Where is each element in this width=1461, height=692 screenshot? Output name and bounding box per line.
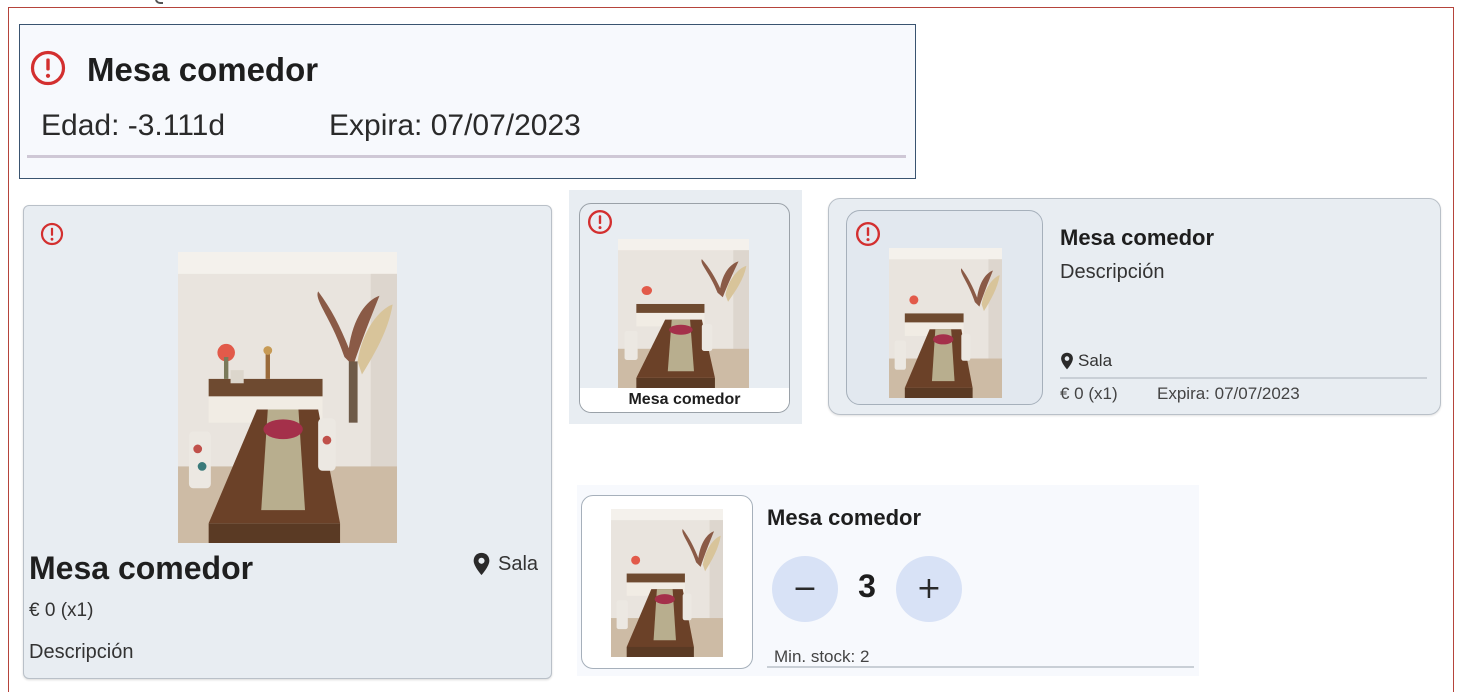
divider — [767, 666, 1194, 668]
location: Sala — [1060, 351, 1112, 371]
item-large-card[interactable]: Mesa comedor Sala € 0 (x1) Descripción — [23, 205, 552, 679]
decrement-button[interactable]: − — [772, 556, 838, 622]
error-outline-icon — [855, 221, 881, 247]
item-title: Mesa comedor — [1060, 225, 1215, 250]
item-description: Descripción — [29, 641, 134, 663]
error-outline-icon — [30, 50, 66, 86]
divider — [1060, 377, 1427, 379]
item-title: Mesa comedor — [767, 505, 922, 530]
location-label: Sala — [1078, 351, 1113, 370]
item-expiry: Expira: 07/07/2023 — [1157, 384, 1300, 403]
stock-item-card: Mesa comedor − 3 + Min. stock: 2 — [577, 485, 1199, 676]
location-pin-icon — [1060, 352, 1074, 370]
tile-preview: Mesa comedor — [569, 190, 802, 424]
list-preview: Mesa comedor Descripción Sala € 0 (x1) E… — [824, 190, 1448, 431]
item-header-card[interactable]: Mesa comedor Edad: -3.111d Expira: 07/07… — [19, 24, 916, 179]
quantity-value: 3 — [858, 568, 876, 604]
item-title: Mesa comedor — [29, 550, 254, 586]
error-outline-icon — [40, 222, 64, 246]
header-expiry: Expira: 07/07/2023 — [329, 109, 581, 142]
item-price: € 0 (x1) — [1060, 384, 1118, 403]
header-title: Mesa comedor — [87, 51, 319, 88]
location-pin-icon — [472, 552, 491, 576]
error-outline-icon — [587, 209, 613, 235]
cropped-top-text — [0, 0, 300, 6]
header-age: Edad: -3.111d — [41, 109, 226, 142]
item-thumbnail — [846, 210, 1043, 405]
divider — [27, 155, 906, 158]
min-stock-label: Min. stock: 2 — [774, 647, 870, 666]
item-photo — [178, 252, 397, 543]
item-price: € 0 (x1) — [29, 600, 94, 621]
location: Sala — [472, 552, 538, 576]
item-photo — [889, 248, 1002, 398]
increment-button[interactable]: + — [896, 556, 962, 622]
item-photo — [618, 239, 749, 388]
item-list-card[interactable]: Mesa comedor Descripción Sala € 0 (x1) E… — [828, 198, 1441, 415]
item-description: Descripción — [1060, 261, 1165, 283]
item-tile-card[interactable]: Mesa comedor — [579, 203, 790, 413]
location-label: Sala — [498, 552, 539, 575]
item-thumbnail — [581, 495, 753, 669]
tile-caption: Mesa comedor — [580, 388, 789, 412]
item-photo — [611, 509, 723, 657]
